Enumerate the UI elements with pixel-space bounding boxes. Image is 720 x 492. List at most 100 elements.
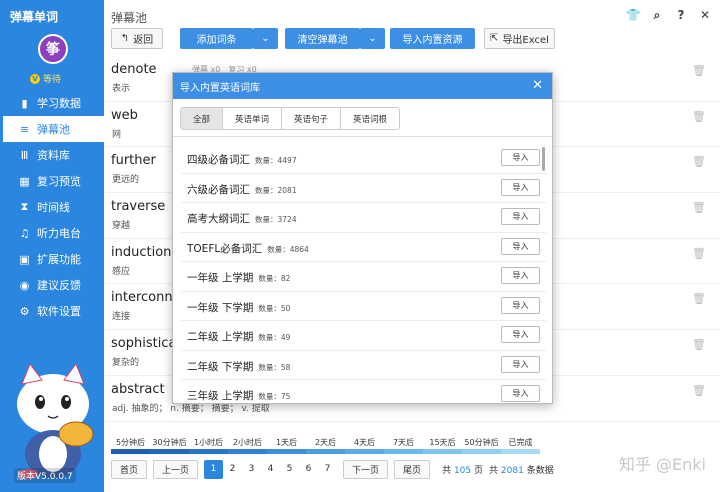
page-number[interactable]: 6 — [299, 460, 318, 479]
total-pages: 共 105 页 — [442, 463, 483, 476]
library-name: 一年级 上学期 数量：82 — [187, 270, 290, 285]
count-prefix: 数量： — [255, 156, 278, 165]
word-english: further — [111, 153, 156, 169]
library-title: 一年级 下学期 — [187, 301, 254, 314]
back-label: 返回 — [133, 35, 154, 46]
watermark: 知乎 @Enki — [618, 455, 706, 474]
import-button[interactable]: 导入 — [501, 355, 540, 373]
prev-page-button[interactable]: 上一页 — [153, 459, 199, 479]
library-name: 四级必备词汇 数量：4497 — [187, 152, 297, 167]
export-excel-button[interactable]: ⇱ 导出Excel — [484, 28, 555, 49]
calendar-icon: ▦ — [19, 174, 30, 188]
mascot-illustration — [17, 362, 94, 479]
tab-0[interactable]: 全部 — [181, 108, 224, 129]
library-name: 二年级 上学期 数量：49 — [187, 329, 290, 344]
vip-status[interactable]: V 等待 — [30, 72, 61, 85]
library-count: 数量：50 — [258, 304, 290, 313]
library-name: TOEFL必备词汇 数量：4864 — [187, 241, 309, 256]
sidebar-item-library[interactable]: Ⅲ 资料库 — [0, 142, 104, 168]
import-button[interactable]: 导入 — [501, 178, 540, 196]
word-chinese: 连接 — [112, 312, 131, 323]
library-name: 一年级 下学期 数量：50 — [187, 300, 290, 315]
vip-label: 等待 — [43, 75, 62, 85]
sidebar-item-feedback[interactable]: ◉ 建议反馈 — [0, 272, 104, 298]
import-builtin-button[interactable]: 导入内置资源 — [390, 28, 475, 49]
trash-icon[interactable]: 🗑 — [692, 247, 706, 260]
import-button[interactable]: 导入 — [501, 237, 540, 255]
sidebar: 弹幕单词 筝 V 等待 ▮ 学习数据 ≡ 弹幕池 Ⅲ 资料库 ▦ 复习预览 ⧗ … — [0, 0, 104, 492]
word-english: abstract — [111, 381, 165, 397]
tab-3[interactable]: 英语词根 — [341, 108, 400, 129]
add-entry-button[interactable]: 添加词条 — [180, 28, 253, 49]
count-value: 82 — [280, 274, 291, 283]
page-numbers: 1234567 — [204, 459, 337, 479]
next-page-button[interactable]: 下一页 — [343, 459, 389, 479]
import-button[interactable]: 导入 — [501, 326, 540, 343]
sidebar-item-radio[interactable]: ♫ 听力电台 — [0, 220, 104, 246]
trash-icon[interactable]: 🗑 — [692, 201, 706, 214]
sidebar-item-extensions[interactable]: ▣ 扩展功能 — [0, 246, 104, 272]
timeline-cell: 2小时后 — [228, 436, 267, 454]
trash-icon[interactable]: 🗑 — [692, 384, 706, 397]
sidebar-item-review-preview[interactable]: ▦ 复习预览 — [0, 168, 104, 194]
add-entry-label: 添加词条 — [196, 35, 237, 46]
trash-icon[interactable]: 🗑 — [692, 338, 706, 351]
sidebar-item-settings[interactable]: ⚙ 软件设置 — [0, 298, 104, 324]
avatar[interactable]: 筝 — [38, 34, 68, 64]
library-row: 高考大纲词汇 数量：3724 导入 — [181, 203, 546, 233]
add-entry-dropdown[interactable]: ⌄ — [253, 28, 278, 49]
clear-pool-dropdown[interactable]: ⌄ — [360, 28, 385, 49]
review-timeline-legend: 5分钟后 30分钟后 1小时后 2小时后 1天后 2天后 4天后 7天后 15天后 50分钟后 已完… — [111, 436, 540, 454]
import-button[interactable]: 导入 — [501, 208, 540, 225]
import-button[interactable]: 导入 — [501, 385, 540, 402]
sidebar-item-danmaku-pool[interactable]: ≡ 弹幕池 — [0, 116, 104, 142]
import-builtin-label: 导入内置资源 — [402, 35, 463, 46]
first-page-button[interactable]: 首页 — [111, 459, 148, 479]
word-english: sophisticat — [111, 336, 182, 352]
scrollbar[interactable] — [542, 147, 545, 171]
window-controls: 👕 ⌕ ? ✕ — [626, 8, 712, 23]
sidebar-item-label: 资料库 — [37, 149, 70, 162]
last-page-button[interactable]: 尾页 — [394, 459, 431, 479]
page-number[interactable]: 5 — [280, 460, 299, 479]
word-english: interconne — [111, 290, 181, 306]
close-icon[interactable]: ✕ — [698, 8, 712, 22]
trash-icon[interactable]: 🗑 — [692, 64, 706, 77]
word-english: induction — [111, 244, 172, 260]
word-chinese: 更远的 — [112, 175, 140, 186]
page-number[interactable]: 4 — [261, 460, 280, 479]
library-count: 数量：2081 — [255, 186, 297, 195]
page-number[interactable]: 2 — [223, 460, 242, 479]
clear-pool-button[interactable]: 清空弹幕池 — [285, 28, 360, 49]
import-button[interactable]: 导入 — [501, 267, 540, 284]
trash-icon[interactable]: 🗑 — [692, 292, 706, 305]
library-tabs: 全部 英语单词 英语句子 英语词根 — [180, 107, 401, 130]
close-icon[interactable]: ✕ — [532, 78, 543, 93]
library-title: 二年级 上学期 — [187, 331, 254, 343]
tab-2[interactable]: 英语句子 — [282, 108, 342, 129]
chevron-down-icon: ⌄ — [261, 33, 270, 44]
import-button[interactable]: 导入 — [501, 149, 540, 166]
import-button[interactable]: 导入 — [501, 296, 540, 314]
library-name: 二年级 下学期 数量：58 — [187, 359, 290, 374]
count-value: 2081 — [277, 185, 297, 195]
tab-1[interactable]: 英语单词 — [223, 108, 283, 129]
search-icon[interactable]: ⌕ — [650, 8, 664, 22]
gear-icon: ⚙ — [19, 304, 30, 318]
page-number[interactable]: 3 — [242, 460, 261, 479]
trash-icon[interactable]: 🗑 — [692, 155, 706, 168]
page-number[interactable]: 7 — [318, 460, 337, 479]
sidebar-item-timeline[interactable]: ⧗ 时间线 — [0, 194, 104, 220]
sidebar-item-study-data[interactable]: ▮ 学习数据 — [0, 90, 104, 116]
shirt-icon[interactable]: 👕 — [626, 8, 641, 22]
vip-icon: V — [30, 73, 40, 84]
timeline-cell: 2天后 — [306, 436, 345, 454]
count-value: 3724 — [277, 215, 297, 224]
help-icon[interactable]: ? — [674, 8, 688, 22]
trash-icon[interactable]: 🗑 — [692, 110, 706, 123]
export-icon: ⇱ — [490, 33, 499, 44]
timeline-cell: 30分钟后 — [150, 436, 189, 454]
back-button[interactable]: ↰ 返回 — [111, 28, 163, 49]
page-number[interactable]: 1 — [204, 459, 224, 479]
library-title: 一年级 上学期 — [187, 272, 254, 284]
